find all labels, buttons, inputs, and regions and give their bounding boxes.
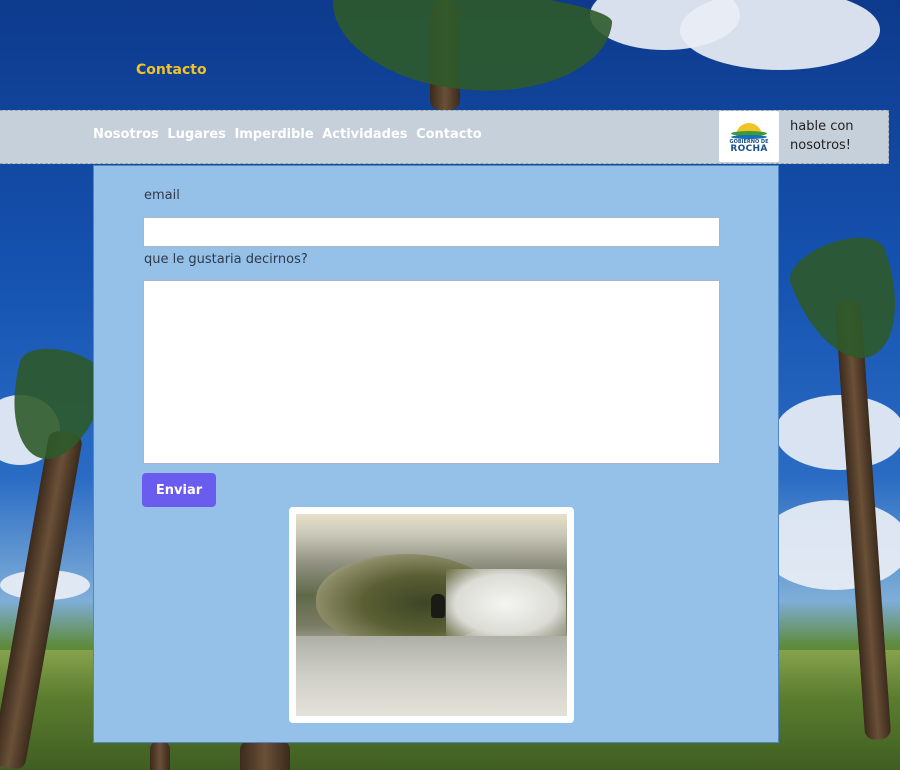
logo-text: ROCHA [730, 144, 768, 154]
contact-panel: email que le gustaria decirnos? Enviar [93, 165, 779, 743]
message-textarea[interactable] [143, 280, 720, 464]
message-label: que le gustaria decirnos? [144, 252, 308, 267]
surf-photo-frame [289, 507, 574, 723]
email-field[interactable] [143, 217, 720, 247]
talk-line-2: nosotros! [790, 138, 852, 153]
email-label: email [144, 188, 180, 203]
navbar: Nosotros Lugares Imperdible Actividades … [0, 110, 889, 164]
nav-item-actividades[interactable]: Actividades [322, 127, 407, 142]
nav-item-lugares[interactable]: Lugares [167, 127, 226, 142]
submit-button[interactable]: Enviar [142, 473, 216, 507]
nav-item-nosotros[interactable]: Nosotros [93, 127, 159, 142]
contact-top-link[interactable]: Contacto [136, 62, 207, 78]
nav-item-contacto[interactable]: Contacto [416, 127, 482, 142]
nav-links: Nosotros Lugares Imperdible Actividades … [93, 127, 486, 142]
rocha-logo[interactable]: GOBIERNO DE ROCHA [719, 111, 779, 162]
talk-to-us-text: hable con nosotros! [790, 117, 870, 155]
nav-item-imperdible[interactable]: Imperdible [234, 127, 313, 142]
surfer-figure [431, 594, 445, 618]
surf-photo [296, 514, 567, 716]
talk-line-1: hable con [790, 119, 854, 134]
